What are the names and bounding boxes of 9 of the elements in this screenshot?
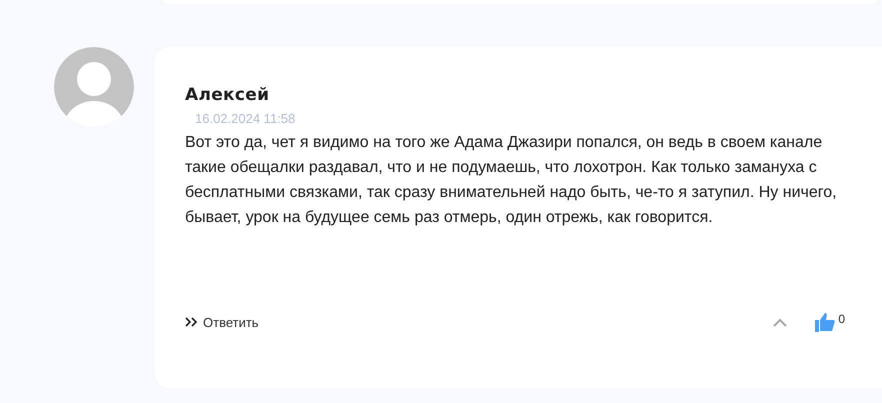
author-name: Алексей bbox=[185, 85, 270, 105]
like-button[interactable]: 0 bbox=[815, 312, 845, 332]
comment-date: 16.02.2024 11:58 bbox=[195, 111, 296, 126]
chevron-up-icon[interactable] bbox=[773, 318, 788, 326]
thumbs-up-icon bbox=[815, 312, 836, 332]
avatar-icon bbox=[54, 47, 134, 127]
reply-button[interactable]: Ответить bbox=[185, 314, 259, 330]
comment-text: Вот это да, чет я видимо на того же Адама Джазири попался, он ведь в своем канале такие обещалки раздавал, что и не подумаешь, что лохотрон. Как только замануха с бесплатными связками, так сразу внимательней надо быть, че-то я затупил. Ну ничего, бывает, урок на будущее семь раз отмерь, один отрежь, как говорится. bbox=[185, 133, 838, 228]
double-chevron-icon bbox=[185, 317, 199, 327]
